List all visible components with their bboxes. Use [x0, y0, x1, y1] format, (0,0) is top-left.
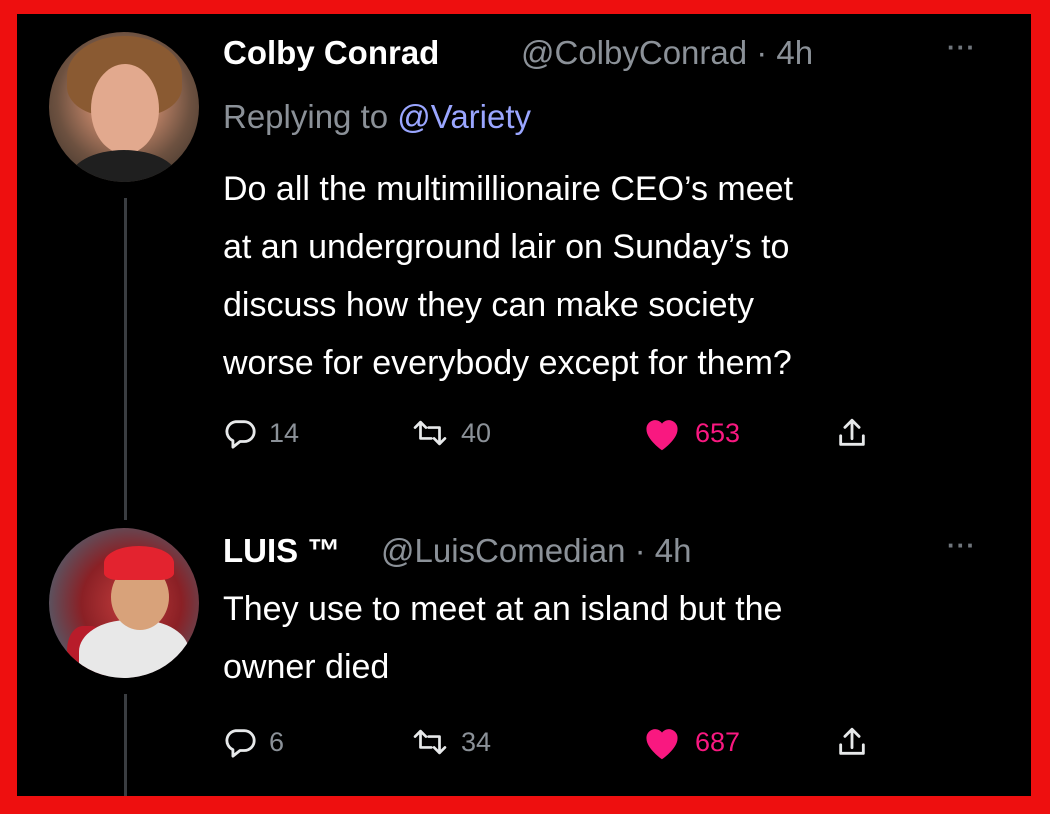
- handle-and-time[interactable]: @LuisComedian · 4h: [381, 532, 692, 570]
- tweet-text: Do all the multimillionaire CEO’s meet a…: [223, 170, 794, 382]
- replying-to: Replying to @Variety: [223, 98, 532, 135]
- like-count: 653: [695, 417, 741, 448]
- reply-count: 6: [269, 726, 285, 757]
- share-button[interactable]: [835, 722, 869, 762]
- avatar[interactable]: [49, 32, 199, 182]
- share-icon: [839, 418, 865, 446]
- thread-connector-line: [124, 198, 127, 520]
- display-name[interactable]: LUIS ™: [223, 532, 340, 570]
- tweet-actions: 14 40 653: [223, 413, 923, 453]
- heart-icon: [646, 729, 678, 760]
- more-options-icon[interactable]: ···: [947, 530, 976, 561]
- reply-count: 14: [269, 417, 300, 448]
- tweet-actions: 6 34 687: [223, 722, 923, 762]
- display-name[interactable]: Colby Conrad: [223, 34, 439, 72]
- reply-icon: [225, 729, 256, 758]
- mention-link[interactable]: @Variety: [397, 98, 531, 135]
- heart-icon: [646, 420, 678, 451]
- share-icon: [839, 727, 865, 755]
- retweet-icon: [413, 729, 447, 755]
- retweet-count: 40: [461, 417, 492, 448]
- avatar[interactable]: [49, 528, 199, 678]
- reply-icon: [225, 420, 256, 449]
- thread-connector-line: [124, 694, 127, 796]
- retweet-button[interactable]: 40: [411, 413, 491, 453]
- tweet-text: They use to meet at an island but the ow…: [223, 590, 783, 686]
- like-button[interactable]: 687: [641, 722, 740, 762]
- retweet-count: 34: [461, 726, 492, 757]
- retweet-button[interactable]: 34: [411, 722, 491, 762]
- like-button[interactable]: 653: [641, 413, 740, 453]
- tweet-thread-screenshot: Colby Conrad @ColbyConrad · 4h ··· Reply…: [17, 14, 1031, 796]
- share-button[interactable]: [835, 413, 869, 453]
- retweet-icon: [413, 420, 447, 446]
- reply-button[interactable]: 6: [223, 722, 284, 762]
- like-count: 687: [695, 726, 741, 757]
- reply-button[interactable]: 14: [223, 413, 299, 453]
- more-options-icon[interactable]: ···: [947, 32, 976, 63]
- handle-and-time[interactable]: @ColbyConrad · 4h: [521, 34, 813, 72]
